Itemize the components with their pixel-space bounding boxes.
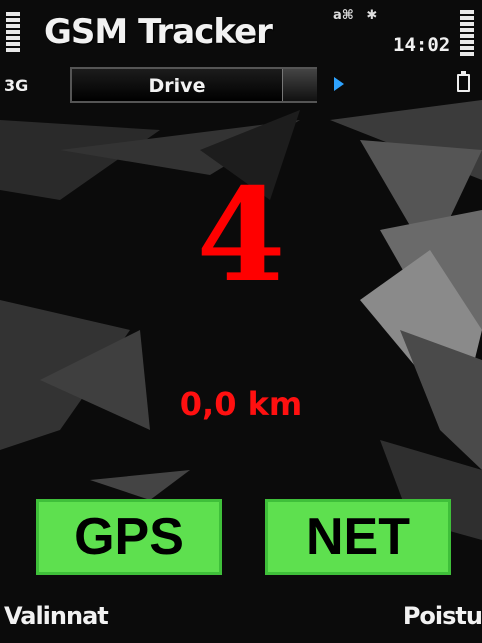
battery-icon [457,71,470,92]
cell-count-readout: 4 [196,161,286,311]
distance-readout: 0,0 km [179,385,303,423]
gps-button[interactable]: GPS [36,499,222,575]
mode-selector-value: Drive [148,75,206,97]
net-button[interactable]: NET [265,499,451,575]
status-indicators: a⌘ ✱ [333,8,385,28]
signal-strength-icon [6,12,20,58]
mode-selector-scrollbar[interactable] [282,69,317,101]
battery-level-icon [460,10,474,60]
clock: 14:02 [393,34,451,56]
options-softkey[interactable]: Valinnat [4,602,109,630]
app-title: GSM Tracker [44,12,273,52]
tracker-screen: GSM Tracker a⌘ ✱ 14:02 3G Drive 4 0,0 km… [0,0,482,643]
exit-softkey[interactable]: Poistu [403,602,482,630]
network-type-label: 3G [4,76,29,95]
status-indicator-icon: a⌘ [333,8,354,23]
scroll-right-arrow-icon[interactable] [334,77,344,91]
bluetooth-icon: ✱ [366,8,378,23]
mode-selector[interactable]: Drive [70,67,317,103]
